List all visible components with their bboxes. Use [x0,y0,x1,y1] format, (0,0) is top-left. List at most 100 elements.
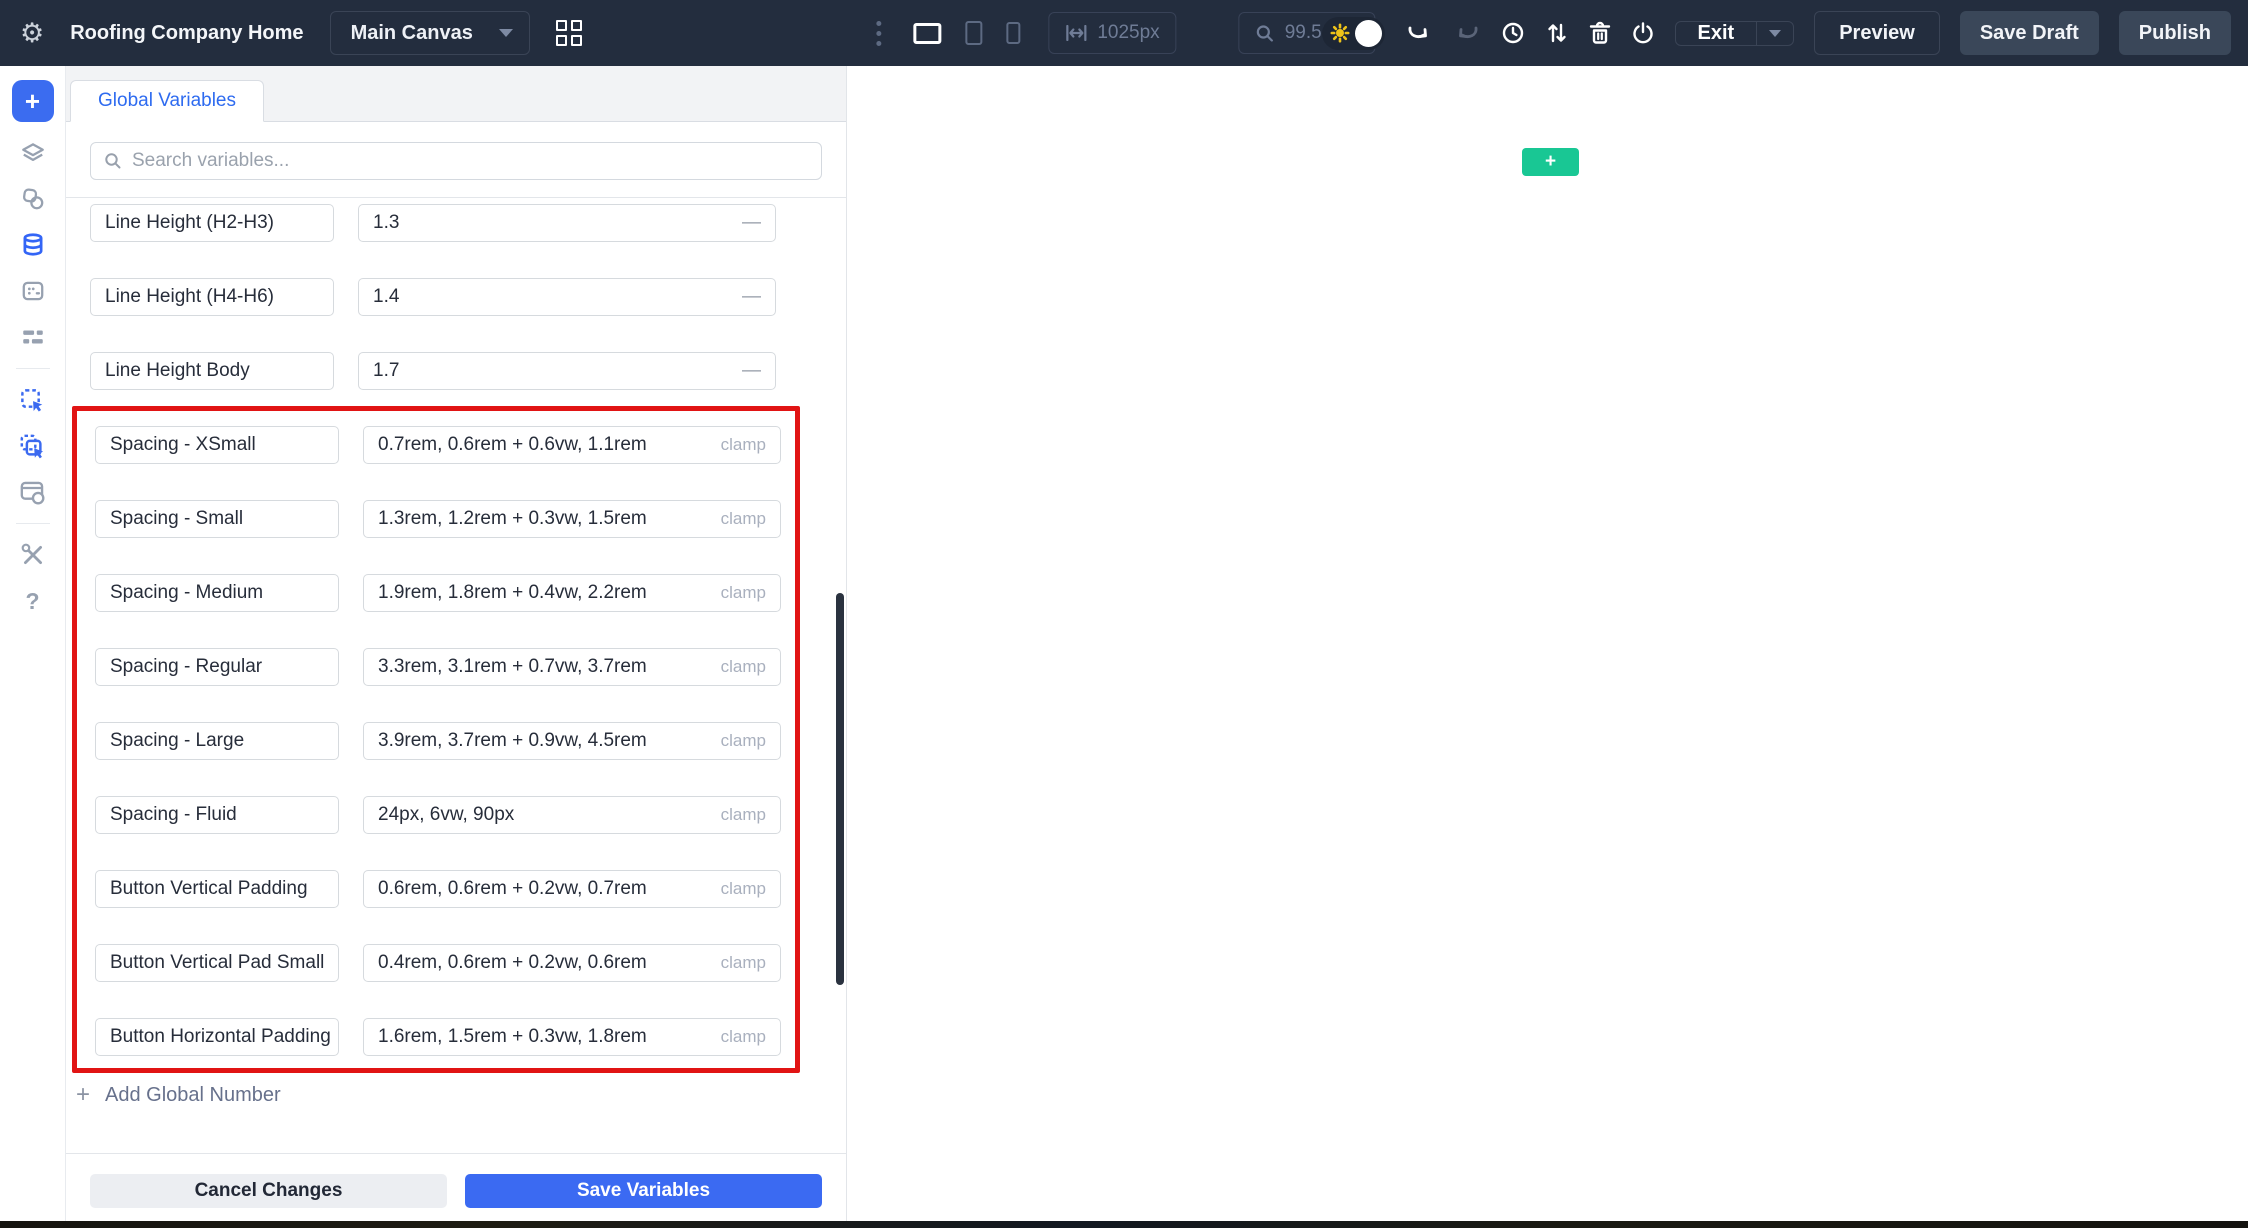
canvas-add-section-button[interactable]: + [1522,148,1579,176]
variable-row: Spacing - Fluid 24px, 6vw, 90px clamp [95,796,781,834]
variable-value-input[interactable]: 1.6rem, 1.5rem + 0.3vw, 1.8rem clamp [363,1018,781,1056]
plus-icon: + [24,85,41,116]
import-export-icon[interactable] [1545,21,1569,45]
database-icon [23,233,42,256]
variable-value-input[interactable]: 1.4 — [358,278,776,316]
panel-scrollbar-thumb[interactable] [836,593,844,985]
highlight-red-box: Spacing - XSmall 0.7rem, 0.6rem + 0.6vw,… [72,406,800,1073]
sidebar-item-multi-selector[interactable] [12,427,54,465]
variable-value-text: 0.7rem, 0.6rem + 0.6vw, 1.1rem [378,434,647,455]
variable-name-input[interactable]: Spacing - Small [95,500,339,538]
dark-mode-toggle[interactable] [1321,16,1385,50]
sidebar-item-tools[interactable] [12,536,54,574]
preview-button[interactable]: Preview [1814,11,1940,55]
variable-value-input[interactable]: 24px, 6vw, 90px clamp [363,796,781,834]
trash-icon[interactable] [1589,21,1611,45]
variable-suffix: clamp [720,879,766,898]
tablet-breakpoint-icon[interactable] [965,21,983,45]
phone-breakpoint-icon[interactable] [1006,22,1021,44]
variable-name-input[interactable]: Line Height (H2-H3) [90,204,334,242]
layers-icon [21,143,44,161]
variable-suffix: clamp [720,731,766,750]
toggle-knob [1354,19,1382,47]
redo-button[interactable] [1453,22,1481,44]
variable-row: Spacing - XSmall 0.7rem, 0.6rem + 0.6vw,… [95,426,781,464]
variable-value-input[interactable]: 1.9rem, 1.8rem + 0.4vw, 2.2rem clamp [363,574,781,612]
sidebar-item-help[interactable]: ? [12,582,54,620]
variable-name-input[interactable]: Spacing - XSmall [95,426,339,464]
viewport-width-value: 1025px [1097,22,1160,43]
add-global-number-link[interactable]: + Add Global Number [76,1083,281,1107]
variable-value-input[interactable]: 1.3 — [358,204,776,242]
variable-value-text: 3.3rem, 3.1rem + 0.7vw, 3.7rem [378,656,647,677]
settings-gear-icon[interactable]: ⚙ [20,19,44,47]
variable-value-text: 0.6rem, 0.6rem + 0.2vw, 0.7rem [378,878,647,899]
history-clock-icon[interactable] [1501,21,1525,45]
variable-value-text: 1.7 [373,360,400,381]
variable-value-text: 1.3rem, 1.2rem + 0.3vw, 1.5rem [378,508,647,529]
undo-button[interactable] [1405,22,1433,44]
save-variables-button[interactable]: Save Variables [465,1174,822,1208]
variable-suffix: clamp [720,657,766,676]
sidebar-item-selector[interactable] [12,381,54,419]
viewport-width-control[interactable]: 1025px [1048,12,1177,54]
sidebar-item-layers[interactable] [12,134,54,172]
variable-name-input[interactable]: Spacing - Fluid [95,796,339,834]
variable-name-input[interactable]: Line Height (H4-H6) [90,278,334,316]
publish-button[interactable]: Publish [2118,11,2231,55]
magnifier-icon [1257,24,1274,42]
variable-row: Spacing - Regular 3.3rem, 3.1rem + 0.7vw… [95,648,781,686]
variable-suffix: clamp [720,583,766,602]
page-bottom-strip [0,1221,2248,1228]
variable-name-input[interactable]: Button Horizontal Padding [95,1018,339,1056]
variable-row: Line Height (H4-H6) 1.4 — [90,278,822,316]
more-options-kebab-icon[interactable] [872,17,885,50]
select-cursor-icon [21,388,43,412]
variable-value-text: 1.9rem, 1.8rem + 0.4vw, 2.2rem [378,582,647,603]
variable-row: Button Vertical Pad Small 0.4rem, 0.6rem… [95,944,781,982]
variable-name-input[interactable]: Spacing - Large [95,722,339,760]
exit-dropdown-caret[interactable] [1756,21,1793,45]
save-draft-button[interactable]: Save Draft [1959,11,2099,55]
search-input[interactable] [132,150,808,172]
help-icon: ? [25,587,40,614]
tab-global-variables[interactable]: Global Variables [70,80,265,122]
sidebar-item-form-fields[interactable] [12,272,54,310]
variable-name-input[interactable]: Button Vertical Padding [95,870,339,908]
variable-name-input[interactable]: Spacing - Regular [95,648,339,686]
variable-suffix: — [742,286,761,307]
variable-value-input[interactable]: 3.3rem, 3.1rem + 0.7vw, 3.7rem clamp [363,648,781,686]
variable-value-text: 3.9rem, 3.7rem + 0.9vw, 4.5rem [378,730,647,751]
exit-button[interactable]: Exit [1676,22,1757,45]
variable-value-input[interactable]: 0.7rem, 0.6rem + 0.6vw, 1.1rem clamp [363,426,781,464]
variable-row: Line Height Body 1.7 — [90,352,822,390]
power-icon[interactable] [1631,21,1655,45]
sidebar-item-rows[interactable] [12,318,54,356]
structure-grid-icon[interactable] [555,20,582,46]
global-variables-panel: Global Variables Line Height (H2-H3) 1.3… [66,66,847,1228]
rows-icon [22,330,43,344]
add-global-number-label: Add Global Number [105,1083,281,1106]
variable-row: Spacing - Large 3.9rem, 3.7rem + 0.9vw, … [95,722,781,760]
sidebar-item-design-library[interactable] [12,180,54,218]
sidebar-divider [15,368,50,369]
variable-suffix: clamp [720,805,766,824]
variable-value-input[interactable]: 1.3rem, 1.2rem + 0.3vw, 1.5rem clamp [363,500,781,538]
canvas-selector-dropdown[interactable]: Main Canvas [329,11,530,55]
variable-suffix: — [742,360,761,381]
sidebar-add-element-button[interactable]: + [11,80,54,122]
variable-name-input[interactable]: Line Height Body [90,352,334,390]
variable-suffix: clamp [720,509,766,528]
sidebar-item-global-data[interactable] [12,226,54,264]
variable-value-input[interactable]: 0.4rem, 0.6rem + 0.2vw, 0.6rem clamp [363,944,781,982]
variable-name-input[interactable]: Spacing - Medium [95,574,339,612]
cancel-changes-button[interactable]: Cancel Changes [90,1174,447,1208]
variable-value-input[interactable]: 1.7 — [358,352,776,390]
variable-name-input[interactable]: Button Vertical Pad Small [95,944,339,982]
variable-value-text: 1.3 [373,212,400,233]
chevron-down-icon [1769,29,1782,37]
variable-value-input[interactable]: 3.9rem, 3.7rem + 0.9vw, 4.5rem clamp [363,722,781,760]
sidebar-item-data-browser[interactable] [12,473,54,511]
variable-value-input[interactable]: 0.6rem, 0.6rem + 0.2vw, 0.7rem clamp [363,870,781,908]
desktop-breakpoint-icon[interactable] [913,22,942,44]
